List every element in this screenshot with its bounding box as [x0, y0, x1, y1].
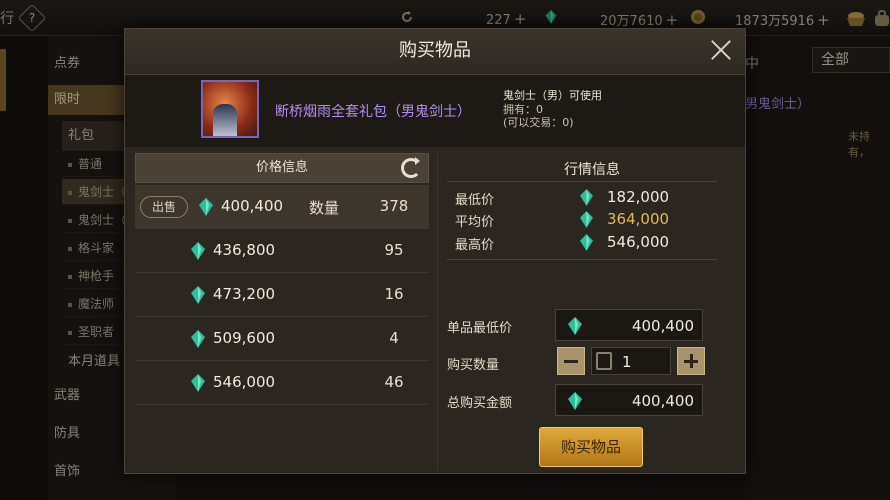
unit-min-price-label: 单品最低价 [447, 321, 513, 336]
row-qty: 378 [379, 197, 409, 215]
row-qty: 16 [384, 285, 404, 303]
row-price: 546,000 [213, 373, 276, 391]
gem-icon [568, 392, 582, 410]
buy-button[interactable]: 购买物品 [539, 427, 643, 467]
row-qty: 4 [389, 329, 399, 347]
gem-icon [580, 189, 593, 206]
unit-min-price-field: 400,400 [555, 309, 703, 341]
character-figure [213, 104, 237, 136]
row-qty: 46 [384, 373, 404, 391]
calculator-icon[interactable] [596, 352, 612, 370]
unit-min-price-value: 400,400 [631, 317, 694, 335]
buy-qty-label: 购买数量 [447, 358, 500, 373]
row-price: 509,600 [213, 329, 276, 347]
decrease-qty-button[interactable] [557, 347, 585, 375]
row-price: 400,400 [221, 197, 284, 215]
price-row[interactable]: 436,800 95 [135, 229, 429, 273]
plus-icon-vertical [690, 354, 693, 368]
total-amount-value: 400,400 [631, 392, 694, 410]
dialog-header: 购买物品 [125, 29, 745, 75]
total-amount-field: 400,400 [555, 384, 703, 416]
max-price-label: 最高价 [455, 238, 495, 253]
row-qty-label: 数量 [309, 199, 340, 217]
price-info-header: 价格信息 [135, 153, 429, 183]
avg-price-label: 平均价 [455, 215, 495, 230]
panel-divider [437, 153, 438, 471]
gem-icon [199, 198, 213, 216]
row-price: 436,800 [213, 241, 276, 259]
market-info-title: 行情信息 [564, 162, 620, 178]
price-row[interactable]: 546,000 46 [135, 361, 429, 405]
price-row[interactable]: 出售 400,400 数量 378 [135, 185, 429, 229]
row-qty: 95 [384, 241, 404, 259]
item-info: 断桥烟雨全套礼包（男鬼剑士） 鬼剑士（男）可使用 拥有：0 (可以交易：0) [125, 75, 745, 147]
max-price-value: 546,000 [607, 233, 670, 251]
item-thumbnail [201, 80, 259, 138]
item-name: 断桥烟雨全套礼包（男鬼剑士） [275, 104, 471, 120]
gem-icon [191, 286, 205, 304]
purchase-dialog: 购买物品 断桥烟雨全套礼包（男鬼剑士） 鬼剑士（男）可使用 拥有：0 (可以交易… [124, 28, 746, 474]
close-icon[interactable] [710, 39, 732, 61]
min-price-value: 182,000 [607, 188, 670, 206]
minus-icon [564, 360, 578, 363]
avg-price-value: 364,000 [607, 210, 670, 228]
refresh-icon[interactable] [401, 157, 421, 178]
market-divider [447, 259, 717, 260]
buy-qty-value: 1 [622, 353, 632, 371]
gem-icon [580, 234, 593, 251]
row-price: 473,200 [213, 285, 276, 303]
gem-icon [191, 242, 205, 260]
gem-icon [568, 317, 582, 335]
gem-icon [191, 330, 205, 348]
quantity-stepper[interactable]: 1 [591, 347, 671, 375]
sell-badge: 出售 [140, 196, 188, 218]
min-price-label: 最低价 [455, 193, 495, 208]
gem-icon [191, 374, 205, 392]
price-row[interactable]: 509,600 4 [135, 317, 429, 361]
total-amount-label: 总购买金额 [447, 396, 513, 411]
increase-qty-button[interactable] [677, 347, 705, 375]
price-row[interactable]: 473,200 16 [135, 273, 429, 317]
item-tradable-count: (可以交易：0) [503, 116, 574, 129]
market-divider [447, 181, 717, 182]
dialog-title: 购买物品 [399, 40, 471, 61]
gem-icon [580, 211, 593, 228]
